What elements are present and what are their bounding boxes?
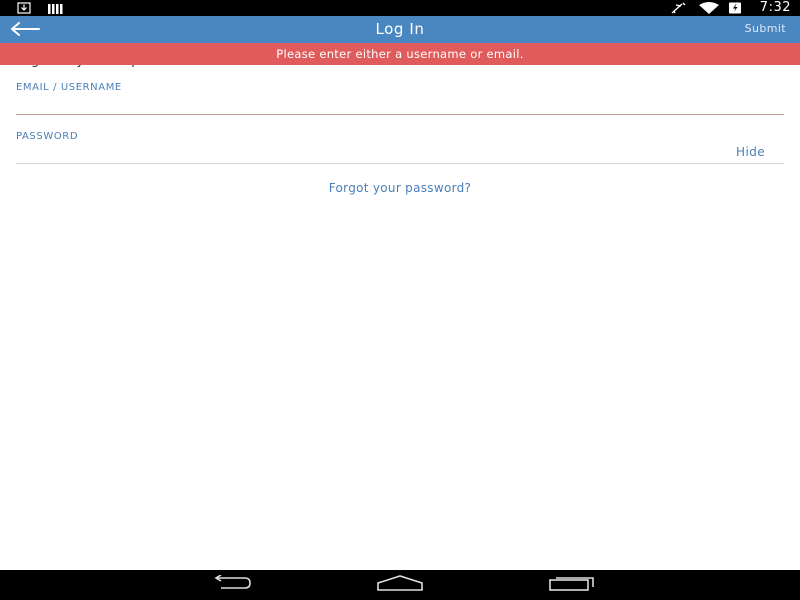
action-bar: Log In Submit: [0, 16, 800, 43]
error-banner: Please enter either a username or email.: [0, 43, 800, 65]
status-bar: 7:32: [0, 0, 800, 16]
navigation-bar: [0, 570, 800, 600]
airplane-mode-icon: [669, 2, 687, 14]
wifi-icon: [697, 2, 721, 14]
home-nav-icon: [376, 575, 424, 595]
page-title: Log In: [375, 20, 425, 38]
password-underline: [16, 163, 784, 164]
download-icon: [16, 2, 32, 14]
battery-charging-icon: [727, 2, 743, 14]
login-screen: 7:32 Log In Submit Log in to your HelpHa…: [0, 0, 800, 600]
home-nav-button[interactable]: [375, 575, 425, 595]
recents-nav-icon: [548, 575, 596, 595]
email-field[interactable]: [16, 92, 784, 114]
signal-bars-icon: [47, 2, 65, 14]
recents-nav-button[interactable]: [547, 575, 597, 595]
back-nav-button[interactable]: [205, 574, 255, 595]
submit-button[interactable]: Submit: [745, 16, 786, 43]
status-time: 7:32: [759, 0, 791, 15]
hide-password-toggle[interactable]: Hide: [736, 145, 765, 159]
forgot-password-link[interactable]: Forgot your password?: [0, 181, 800, 195]
password-field[interactable]: [16, 141, 706, 163]
back-nav-icon: [207, 574, 253, 595]
email-underline: [16, 114, 784, 115]
